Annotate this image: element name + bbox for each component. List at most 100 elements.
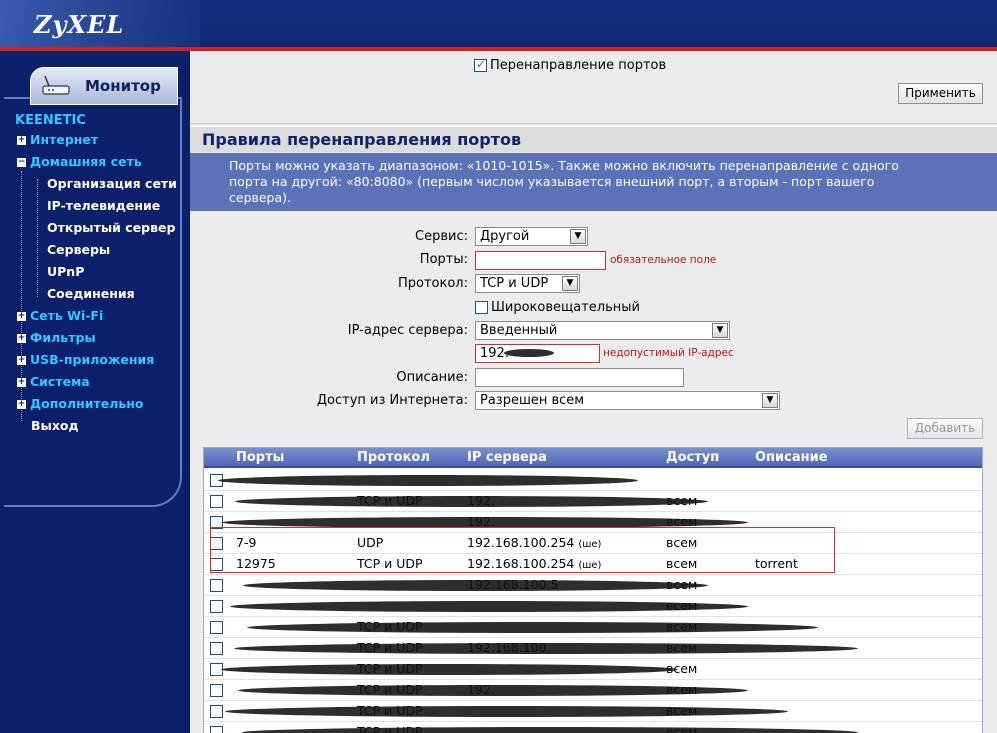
sidebar: Монитор KEENETIC + Интернет − Домашняя сет… — [0, 51, 190, 733]
internet-access-select[interactable]: Разрешен всем ▼ — [475, 391, 780, 410]
sidebar-item-network-setup[interactable]: Организация сети — [47, 175, 177, 193]
protocol-select[interactable]: TCP и UDP ▼ — [475, 274, 580, 293]
sidebar-item-internet[interactable]: + Интернет — [17, 131, 98, 149]
chevron-down-icon: ▼ — [562, 276, 578, 291]
ports-input[interactable] — [475, 251, 606, 270]
table-row[interactable]: TCP и UDP всем — [204, 617, 982, 638]
device-name: KEENETIC — [15, 113, 86, 128]
expand-icon[interactable]: + — [17, 312, 26, 321]
sidebar-item-label: Фильтры — [30, 330, 96, 345]
port-forwarding-toggle-pane: Перенаправление портов Применить — [190, 51, 997, 124]
service-select-value: Другой — [480, 229, 530, 244]
sidebar-item-home-network[interactable]: − Домашняя сеть — [17, 153, 142, 171]
redaction-mark — [247, 622, 818, 633]
add-button[interactable]: Добавить — [907, 418, 983, 439]
table-row[interactable]: TCP и UDP всем — [204, 701, 982, 722]
col-ports-header: Порты — [236, 450, 285, 465]
port-forwarding-label: Перенаправление портов — [490, 58, 667, 73]
protocol-select-value: TCP и UDP — [480, 276, 549, 291]
row-select-checkbox[interactable] — [210, 705, 223, 718]
table-row[interactable]: TCP и UDP всем — [204, 659, 982, 680]
redaction-mark — [230, 601, 748, 612]
sidebar-item-connections[interactable]: Соединения — [47, 285, 135, 303]
chevron-down-icon: ▼ — [712, 323, 728, 338]
collapse-icon[interactable]: − — [17, 158, 26, 167]
server-ip-label: IP-адрес сервера: — [347, 323, 468, 338]
col-protocol-header: Протокол — [357, 450, 430, 465]
table-row[interactable] — [204, 470, 982, 491]
redaction-mark — [234, 643, 858, 654]
port-forwarding-checkbox[interactable] — [474, 57, 487, 72]
sidebar-item-logout[interactable]: Выход — [31, 417, 79, 435]
redaction-mark — [218, 475, 638, 486]
top-header: ZyXEL — [0, 0, 997, 48]
sidebar-item-label: USB-приложения — [30, 352, 155, 367]
apply-button[interactable]: Применить — [898, 83, 983, 104]
sidebar-item-system[interactable]: + Система — [17, 373, 90, 391]
info-text: Порты можно указать диапазоном: «1010-10… — [190, 153, 997, 211]
description-input[interactable] — [475, 368, 684, 387]
expand-icon[interactable]: + — [17, 334, 26, 343]
chevron-down-icon: ▼ — [762, 393, 778, 408]
broadcast-label: Широковещательный — [491, 300, 640, 315]
sidebar-item-filters[interactable]: + Фильтры — [17, 329, 96, 347]
row-select-checkbox[interactable] — [210, 495, 223, 508]
redaction-mark — [243, 580, 708, 591]
sidebar-item-servers[interactable]: Серверы — [47, 241, 110, 259]
monitor-tab-label: Монитор — [85, 77, 161, 95]
port-forwarding-toggle[interactable]: Перенаправление портов — [474, 57, 667, 73]
server-ip-mode-value: Введенный — [480, 323, 558, 338]
table-row[interactable]: TCP и UDP192. всем — [204, 680, 982, 701]
sidebar-item-label: Сеть Wi-Fi — [30, 308, 104, 323]
sidebar-item-label: Система — [30, 374, 90, 389]
expand-icon[interactable]: + — [17, 400, 26, 409]
row-select-checkbox[interactable] — [210, 642, 223, 655]
sidebar-item-label: Домашняя сеть — [30, 154, 142, 169]
table-row[interactable]: TCP и UDP192. всем — [204, 491, 982, 512]
sidebar-item-advanced[interactable]: + Дополнительно — [17, 395, 144, 413]
table-row[interactable]: TCP и UDP192.168.100. всем — [204, 638, 982, 659]
expand-icon[interactable]: + — [17, 136, 26, 145]
redaction-mark — [242, 727, 858, 733]
main-content: Перенаправление портов Применить Правила… — [190, 51, 997, 733]
description-label: Описание: — [396, 370, 468, 385]
router-icon — [42, 75, 70, 95]
service-select[interactable]: Другой ▼ — [475, 227, 588, 246]
sidebar-item-upnp[interactable]: UPnP — [47, 263, 84, 281]
sidebar-item-wifi[interactable]: + Сеть Wi-Fi — [17, 307, 103, 325]
sidebar-item-iptv[interactable]: IP-телевидение — [47, 197, 160, 215]
row-select-checkbox[interactable] — [210, 600, 223, 613]
protocol-label: Протокол: — [397, 276, 468, 291]
redaction-mark — [504, 349, 554, 357]
expand-icon[interactable]: + — [17, 356, 26, 365]
row-select-checkbox[interactable] — [210, 684, 223, 697]
broadcast-toggle[interactable]: Широковещательный — [475, 300, 640, 315]
table-row[interactable]: TCP и UDP всем — [204, 722, 982, 733]
expand-icon[interactable]: + — [17, 378, 26, 387]
col-description-header: Описание — [755, 450, 828, 465]
redaction-mark — [238, 685, 748, 696]
tree-line — [37, 179, 38, 297]
internet-access-label: Доступ из Интернета: — [316, 393, 468, 408]
port-forwarding-rules-table: Порты Протокол IP сервера Доступ Описани… — [203, 447, 983, 733]
highlight-annotation — [210, 527, 835, 573]
col-server-ip-header: IP сервера — [467, 450, 547, 465]
server-ip-input[interactable]: 192. — [475, 344, 600, 363]
row-select-checkbox[interactable] — [210, 726, 223, 733]
row-select-checkbox[interactable] — [210, 579, 223, 592]
server-ip-mode-select[interactable]: Введенный ▼ — [475, 321, 730, 340]
table-row[interactable]: 192.168.100.5 всем — [204, 575, 982, 596]
sidebar-item-dmz[interactable]: Открытый сервер — [47, 219, 175, 237]
redaction-mark — [225, 706, 788, 717]
sidebar-item-usb[interactable]: + USB-приложения — [17, 351, 154, 369]
sidebar-item-label: Дополнительно — [30, 396, 144, 411]
col-access-header: Доступ — [666, 450, 720, 465]
service-label: Сервис: — [415, 229, 468, 244]
table-row[interactable]: всем — [204, 596, 982, 617]
internet-access-value: Разрешен всем — [480, 393, 585, 408]
chevron-down-icon: ▼ — [570, 229, 586, 244]
ports-label: Порты: — [419, 252, 468, 267]
row-select-checkbox[interactable] — [210, 621, 223, 634]
monitor-tab[interactable]: Монитор — [30, 67, 178, 105]
broadcast-checkbox[interactable] — [475, 301, 488, 314]
